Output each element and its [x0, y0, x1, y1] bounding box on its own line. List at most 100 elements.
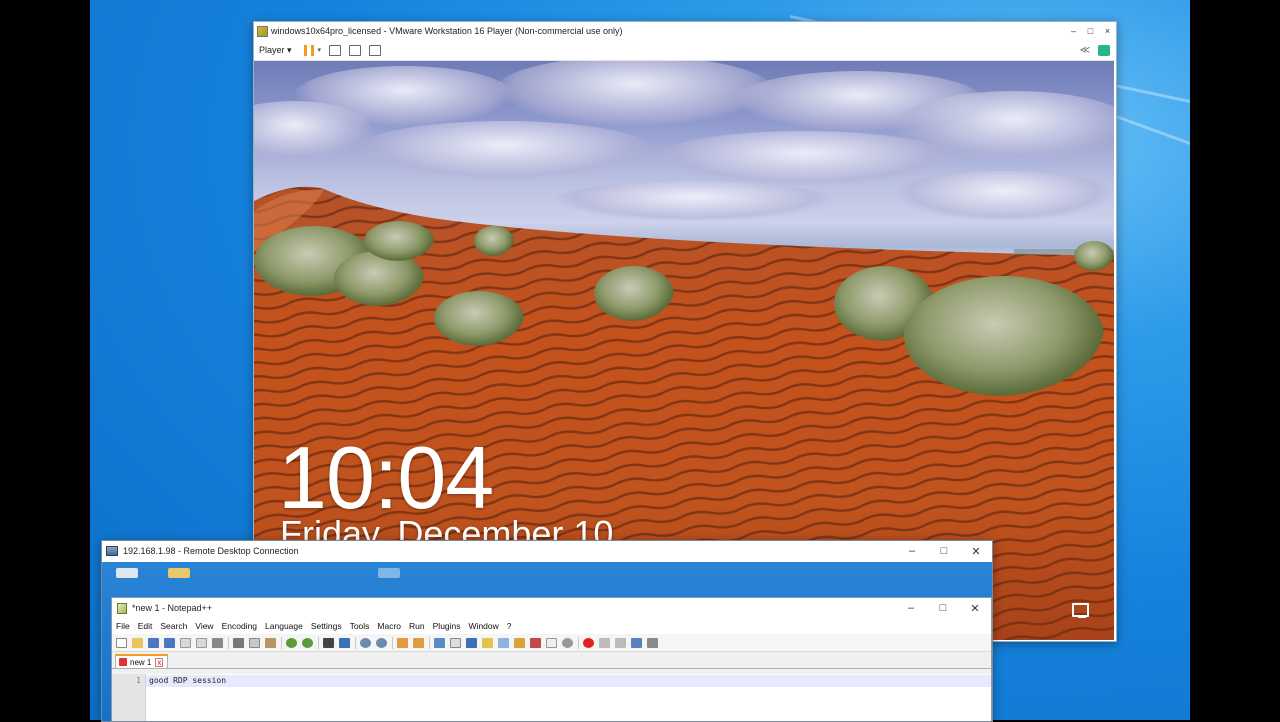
tab-label: new 1 — [130, 657, 152, 667]
line-number: 1 — [136, 676, 141, 685]
npp-maximize-button[interactable]: □ — [927, 602, 959, 615]
editor-text-area[interactable]: good RDP session — [146, 674, 991, 721]
vmware-toolbar: Player ▾ ▾ ≪ — [254, 40, 1116, 61]
notepadpp-editor[interactable]: 1 good RDP session — [112, 674, 991, 721]
doc-map-icon[interactable] — [482, 637, 493, 648]
menu-help[interactable]: ? — [507, 621, 512, 631]
menu-macro[interactable]: Macro — [377, 621, 401, 631]
notepadpp-app-icon — [117, 602, 127, 614]
menu-tools[interactable]: Tools — [350, 621, 370, 631]
vmware-window-controls: – □ × — [1065, 26, 1116, 36]
remote-desktop-icon — [106, 546, 118, 556]
redo-icon[interactable] — [302, 637, 313, 648]
user-lang-icon[interactable] — [562, 637, 573, 648]
npp-close-button[interactable]: ✕ — [959, 602, 991, 615]
desktop-shortcut-icon[interactable] — [378, 568, 400, 578]
play-macro-icon[interactable] — [615, 637, 626, 648]
stop-macro-icon[interactable] — [599, 637, 610, 648]
new-file-icon[interactable] — [116, 637, 127, 648]
menu-encoding[interactable]: Encoding — [222, 621, 257, 631]
rdp-maximize-button[interactable]: □ — [928, 545, 960, 558]
find-icon[interactable] — [323, 637, 334, 648]
menu-run[interactable]: Run — [409, 621, 425, 631]
indent-guide-icon[interactable] — [466, 637, 477, 648]
open-file-icon[interactable] — [132, 637, 143, 648]
desert-bush — [594, 266, 674, 321]
desert-bush — [904, 276, 1104, 396]
left-black-band — [0, 0, 90, 720]
folder-workspace-icon[interactable] — [514, 637, 525, 648]
show-all-chars-icon[interactable] — [450, 637, 461, 648]
sync-vertical-icon[interactable] — [397, 637, 408, 648]
word-wrap-icon[interactable] — [434, 637, 445, 648]
menu-plugins[interactable]: Plugins — [433, 621, 461, 631]
notepadpp-menubar: File Edit Search View Encoding Language … — [112, 618, 991, 634]
print-icon[interactable] — [212, 637, 223, 648]
recycle-bin-icon[interactable] — [116, 568, 138, 578]
rdp-window-controls: – □ ✕ — [896, 545, 992, 558]
document-list-icon[interactable] — [546, 637, 557, 648]
paste-icon[interactable] — [265, 637, 276, 648]
record-macro-icon[interactable] — [583, 637, 594, 648]
tab-new-1[interactable]: new 1 x — [115, 654, 169, 668]
menu-file[interactable]: File — [116, 621, 130, 631]
copy-icon[interactable] — [249, 637, 260, 648]
unity-icon[interactable] — [369, 44, 382, 56]
tab-close-icon[interactable]: x — [155, 657, 164, 667]
network-icon[interactable] — [1072, 603, 1089, 618]
collapse-toolbar-icon[interactable]: ≪ — [1078, 45, 1092, 56]
fullscreen-icon[interactable] — [349, 44, 362, 56]
menu-settings[interactable]: Settings — [311, 621, 342, 631]
menu-window[interactable]: Window — [469, 621, 499, 631]
replace-icon[interactable] — [339, 637, 350, 648]
close-icon[interactable] — [180, 637, 191, 648]
send-ctrl-alt-del-icon[interactable] — [329, 44, 342, 56]
notepadpp-window-title: *new 1 - Notepad++ — [132, 603, 213, 613]
right-black-band — [1190, 0, 1280, 720]
menu-search[interactable]: Search — [160, 621, 187, 631]
rdp-window-title: 192.168.1.98 - Remote Desktop Connection — [123, 546, 299, 556]
save-icon[interactable] — [148, 637, 159, 648]
zoom-out-icon[interactable] — [376, 637, 387, 648]
run-macro-multiple-icon[interactable] — [631, 637, 642, 648]
folder-icon[interactable] — [168, 568, 190, 578]
sync-horizontal-icon[interactable] — [413, 637, 424, 648]
rdp-minimize-button[interactable]: – — [896, 545, 928, 558]
pause-dropdown-chevron-icon[interactable]: ▾ — [318, 46, 322, 54]
cut-icon[interactable] — [233, 637, 244, 648]
message-log-icon[interactable] — [1098, 44, 1110, 56]
close-button[interactable]: × — [1099, 26, 1116, 36]
save-macro-icon[interactable] — [647, 637, 658, 648]
remote-desktop-window[interactable]: 192.168.1.98 - Remote Desktop Connection… — [101, 540, 993, 722]
vmware-app-icon — [257, 25, 268, 37]
notepadpp-window[interactable]: *new 1 - Notepad++ – □ ✕ File Edit Searc… — [111, 597, 992, 721]
maximize-button[interactable]: □ — [1082, 26, 1099, 36]
unsaved-file-icon — [119, 658, 127, 666]
desert-bush — [1074, 241, 1114, 271]
desert-bush — [364, 221, 434, 261]
monitoring-icon[interactable] — [530, 637, 541, 648]
npp-minimize-button[interactable]: – — [895, 602, 927, 615]
vmware-titlebar[interactable]: windows10x64pro_licensed - VMware Workst… — [254, 22, 1116, 40]
player-menu-button[interactable]: Player ▾ — [259, 45, 292, 56]
notepadpp-titlebar[interactable]: *new 1 - Notepad++ – □ ✕ — [112, 598, 991, 618]
pause-icon[interactable] — [303, 44, 314, 56]
zoom-in-icon[interactable] — [360, 637, 371, 648]
notepadpp-toolbar — [112, 634, 991, 652]
undo-icon[interactable] — [286, 637, 297, 648]
notepadpp-tabbar: new 1 x — [112, 652, 991, 669]
function-list-icon[interactable] — [498, 637, 509, 648]
remote-desktop-surface[interactable]: *new 1 - Notepad++ – □ ✕ File Edit Searc… — [102, 562, 992, 721]
menu-view[interactable]: View — [195, 621, 213, 631]
notepadpp-window-controls: – □ ✕ — [895, 602, 991, 615]
minimize-button[interactable]: – — [1065, 26, 1082, 36]
vmware-window-title: windows10x64pro_licensed - VMware Workst… — [271, 26, 623, 36]
rdp-titlebar[interactable]: 192.168.1.98 - Remote Desktop Connection… — [102, 541, 992, 561]
save-all-icon[interactable] — [164, 637, 175, 648]
close-all-icon[interactable] — [196, 637, 207, 648]
menu-edit[interactable]: Edit — [138, 621, 153, 631]
desert-bush — [434, 291, 524, 346]
rdp-close-button[interactable]: ✕ — [960, 545, 992, 558]
menu-language[interactable]: Language — [265, 621, 303, 631]
editor-line[interactable]: good RDP session — [146, 675, 991, 687]
